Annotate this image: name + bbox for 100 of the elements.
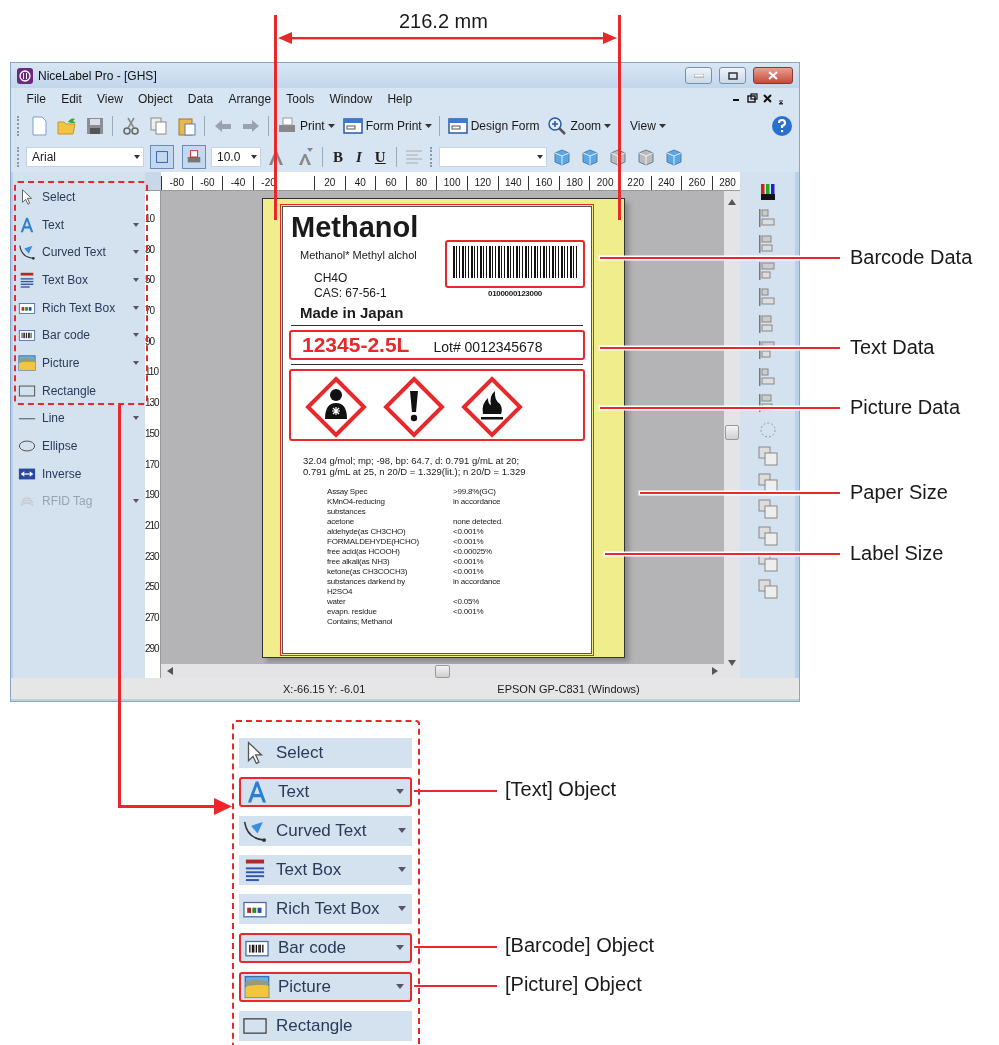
label-text: 32.04 g/mol; mp; -98, bp: 64.7, d: 0.791 g/mL at 20;	[303, 455, 521, 466]
spec-name: aldehyde(as CH3CHO)	[327, 527, 407, 537]
menu-item[interactable]: Window	[321, 92, 380, 106]
object-tool[interactable]: Text	[13, 210, 145, 239]
menu-item[interactable]: Data	[180, 92, 221, 106]
vertical-scrollbar[interactable]	[724, 191, 740, 678]
clipboard-icon[interactable]	[176, 116, 197, 136]
menu-item[interactable]: Arrange	[220, 92, 279, 106]
ruler-number: 60	[375, 176, 406, 190]
object-tool[interactable]: Select	[239, 737, 412, 768]
toolbar-button[interactable]: View	[628, 119, 668, 133]
help-icon[interactable]	[771, 115, 793, 137]
folder-icon[interactable]	[56, 116, 77, 136]
font-field[interactable]: Arial	[26, 147, 144, 167]
italic-button[interactable]: I	[351, 148, 367, 166]
object-tool[interactable]: Rich Text Box	[13, 293, 145, 322]
object-tool[interactable]: Text	[239, 776, 412, 807]
cube-icon[interactable]	[636, 147, 657, 167]
minimize-icon	[693, 73, 704, 78]
menu-item[interactable]: File	[19, 92, 54, 106]
caret-icon	[251, 155, 257, 159]
object-tool[interactable]: Rectangle	[239, 1010, 412, 1041]
scroll-right-icon[interactable]	[712, 667, 718, 675]
save-icon[interactable]	[84, 116, 105, 136]
menu-item[interactable]: Edit	[53, 92, 90, 106]
link-cube-icon[interactable]	[664, 147, 685, 167]
bold-button[interactable]: B	[328, 148, 348, 166]
scroll-up-icon[interactable]	[728, 199, 736, 205]
spec-value: <0.001%	[453, 607, 485, 617]
object-tool[interactable]: Text Box	[239, 854, 412, 885]
hazard-pictogram	[383, 376, 445, 438]
stack-icon[interactable]	[756, 524, 779, 547]
object-tool[interactable]: Bar code	[239, 932, 412, 963]
ruler-number: 180	[558, 176, 590, 190]
menu-item[interactable]: View	[89, 92, 131, 106]
ruler-corner[interactable]	[145, 172, 161, 190]
cube-icon[interactable]	[580, 147, 601, 167]
printer-font-icon[interactable]	[181, 145, 206, 169]
caret-icon	[327, 124, 335, 128]
object-tool[interactable]: Text Box	[13, 266, 145, 294]
spec-value: >99.8%(GC)	[453, 487, 497, 497]
spec-name: substances	[327, 507, 367, 517]
caret-icon	[398, 906, 406, 911]
object-tool[interactable]: Picture	[13, 349, 145, 377]
ruler-number: 270	[145, 611, 160, 625]
caret-icon	[398, 867, 406, 872]
object-tool[interactable]: Line	[13, 404, 145, 433]
spec-value: in accordance	[453, 497, 502, 507]
object-tool[interactable]: Rectangle	[13, 376, 145, 405]
scroll-thumb[interactable]	[435, 664, 450, 678]
font-icon[interactable]	[149, 145, 174, 169]
object-tool[interactable]: Curved Text	[13, 238, 145, 267]
menu-item[interactable]: Object	[130, 92, 181, 106]
scroll-left-icon[interactable]	[167, 667, 173, 675]
minimize-button[interactable]	[685, 67, 712, 84]
ruler-number: -40	[222, 176, 253, 190]
object-tool[interactable]: Select	[13, 183, 145, 211]
ruler-number: -60	[191, 176, 223, 190]
object-tool[interactable]: Rich Text Box	[239, 893, 412, 924]
variable-field[interactable]	[438, 147, 547, 167]
label-text: CH4O	[314, 271, 349, 286]
callout-label: Label Size	[850, 542, 944, 565]
spec-name: ketone(as CH3COCH3)	[327, 567, 409, 577]
scroll-thumb[interactable]	[725, 425, 739, 440]
spec-name: FORMALDEHYDE(HCHO)	[327, 537, 420, 547]
group-icon[interactable]	[756, 577, 779, 600]
stack-icon[interactable]	[756, 445, 779, 467]
object-tool[interactable]: Bar code	[13, 321, 145, 350]
toolbar-button[interactable]: Form Print	[340, 116, 434, 136]
font-size-field[interactable]: 10.0	[211, 147, 261, 167]
text-lines-icon	[18, 270, 36, 289]
menu-item[interactable]: Help	[379, 92, 420, 106]
barcode-number: 0100000123000	[488, 289, 542, 298]
cube-icon[interactable]	[552, 147, 573, 167]
object-tool[interactable]: Curved Text	[239, 815, 412, 846]
label-text: CAS: 67-56-1	[314, 286, 388, 301]
underline-button[interactable]: U	[369, 148, 391, 166]
menu-item[interactable]: Tools	[278, 92, 322, 106]
object-tool[interactable]: Ellipse	[13, 432, 145, 460]
object-tool[interactable]: Picture	[239, 971, 412, 1002]
scroll-down-icon[interactable]	[728, 660, 736, 666]
cube-icon[interactable]	[608, 147, 629, 167]
toolbar-button[interactable]: Print	[275, 116, 337, 136]
magnifier-icon	[547, 116, 568, 136]
toolbar-button[interactable]: Zoom	[545, 116, 614, 136]
stack-icon[interactable]	[756, 498, 779, 520]
curve-icon	[18, 243, 36, 262]
toolbar-button[interactable]: Design Form	[445, 116, 542, 136]
spec-name: substances darkend by	[327, 577, 407, 587]
close-button[interactable]	[753, 67, 793, 84]
scissors-icon[interactable]	[120, 116, 141, 136]
caret-icon	[133, 416, 139, 421]
label-text: 0.791 g/mL at 25, n 20/D = 1.329(lit.); n 20/D = 1.329	[303, 466, 527, 477]
object-tool[interactable]: Inverse	[13, 459, 145, 488]
caret-icon	[133, 222, 139, 227]
maximize-button[interactable]	[719, 67, 746, 84]
copy-icon[interactable]	[148, 116, 169, 136]
picture-icon	[244, 973, 270, 1000]
spec-value: none detected.	[453, 517, 505, 527]
spec-value: <0.001%	[453, 537, 485, 547]
